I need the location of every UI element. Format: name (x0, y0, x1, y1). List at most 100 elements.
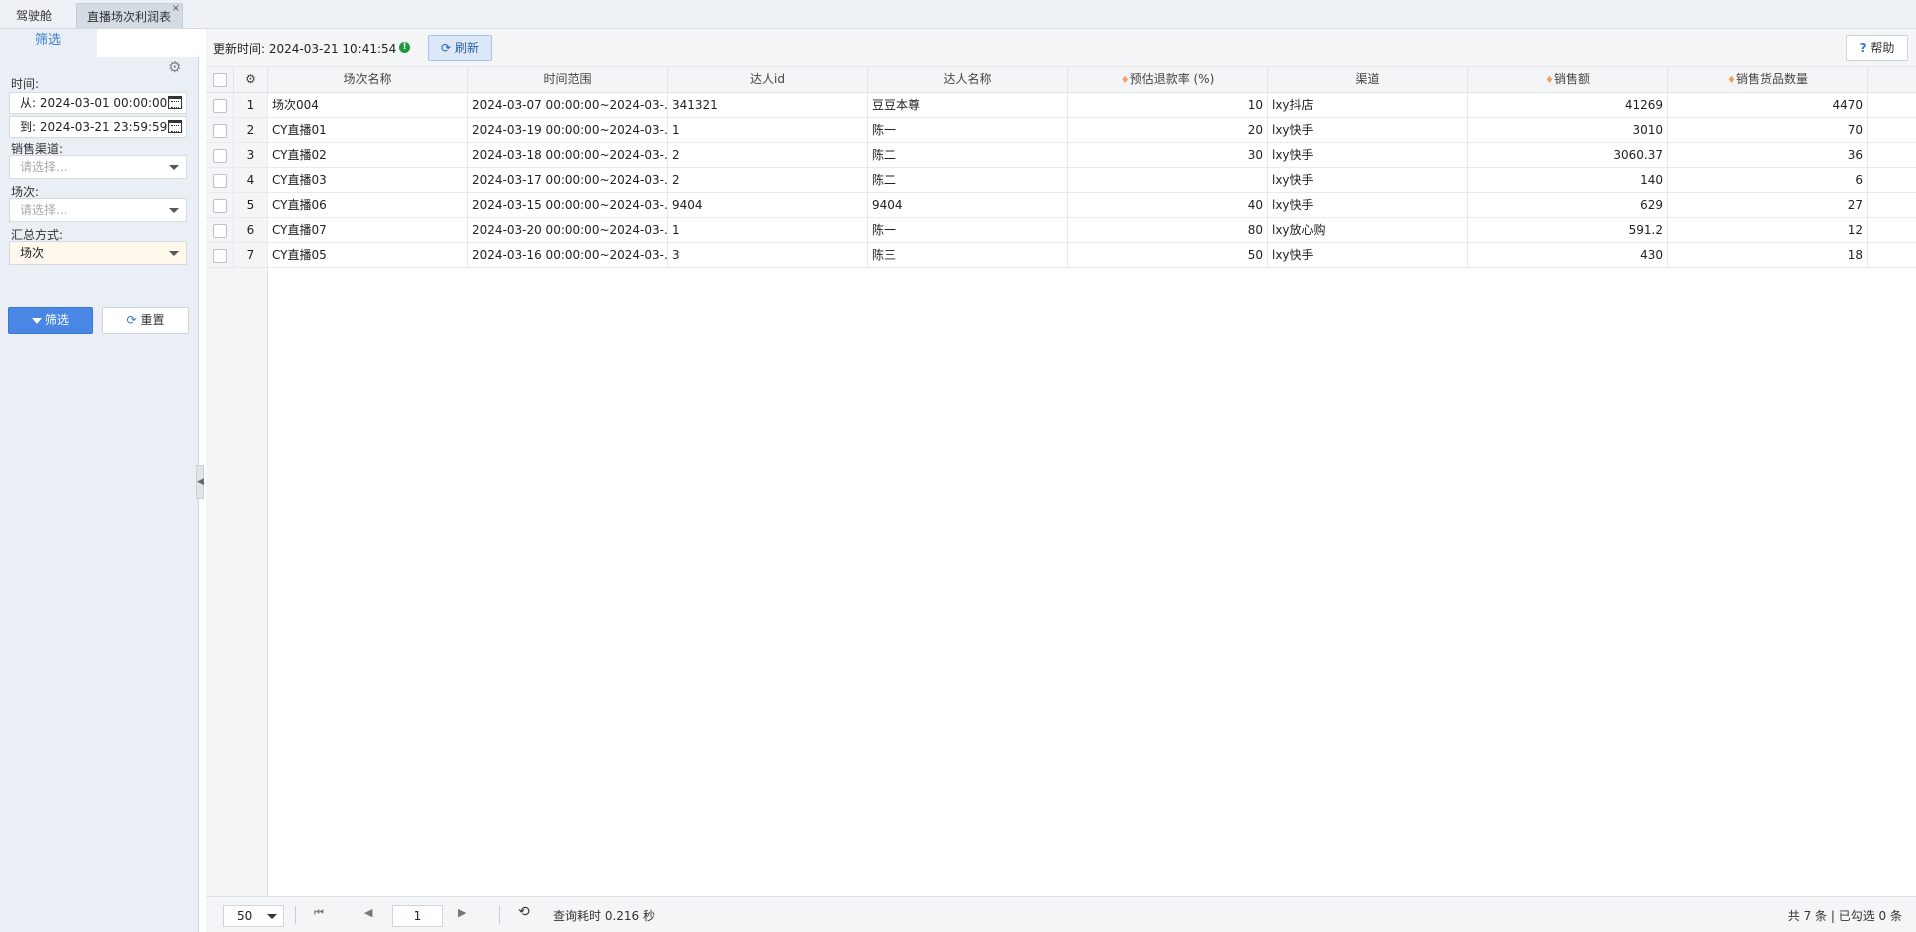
cell-anchor-id: 2 (668, 143, 868, 168)
row-checkbox[interactable] (213, 99, 227, 113)
col-header[interactable]: 场次名称 (268, 67, 468, 92)
date-from-field[interactable]: 从: 2024-03-01 00:00:00 (9, 92, 187, 114)
reset-button-label: 重置 (140, 313, 165, 327)
row-checkbox[interactable] (213, 149, 227, 163)
grid-header: ⚙ 场次名称 时间范围 达人id 达人名称 ♦预估退款率 (%) 渠道 ♦销售额… (206, 67, 1916, 93)
table-row[interactable]: 7 CY直播05 2024-03-16 00:00:00~2024-03-... 3 陈… (206, 243, 1916, 268)
help-button[interactable]: ? 帮助 (1846, 35, 1908, 61)
col-header[interactable]: 达人名称 (868, 67, 1068, 92)
cell-refund (1068, 168, 1268, 193)
row-select-cell (206, 93, 234, 118)
sidebar-tab-filter[interactable]: 筛选 (0, 29, 96, 57)
tab-dashboard[interactable]: 驾驶舱 (6, 3, 68, 29)
col-header[interactable]: 渠道 (1268, 67, 1468, 92)
cell-anchor-id: 9404 (668, 193, 868, 218)
row-checkbox[interactable] (213, 224, 227, 238)
cell-sales: 629 (1468, 193, 1668, 218)
table-row[interactable]: 3 CY直播02 2024-03-18 00:00:00~2024-03-... 2 陈… (206, 143, 1916, 168)
chevron-down-icon (267, 914, 277, 919)
cell-sales: 140 (1468, 168, 1668, 193)
row-index: 3 (234, 143, 268, 168)
table-row[interactable]: 1 场次004 2024-03-07 00:00:00~2024-03-... 341… (206, 93, 1916, 118)
first-page-icon[interactable]: ⏮ (314, 906, 324, 920)
summary-select[interactable]: 场次 (9, 241, 187, 265)
cell-qty: 6 (1668, 168, 1868, 193)
col-header-refund[interactable]: ♦预估退款率 (%) (1068, 67, 1268, 92)
reset-button[interactable]: ⟳ 重置 (102, 307, 189, 334)
filter-button[interactable]: 筛选 (8, 307, 93, 334)
cell-qty: 4470 (1668, 93, 1868, 118)
sidebar-header: 筛选 (0, 29, 199, 57)
page-size-value: 50 (237, 909, 253, 923)
col-header-sales[interactable]: ♦销售额 (1468, 67, 1668, 92)
filter-sidebar: 筛选 ⚙ 时间: 从: 2024-03-01 00:00:00 到: 2024-… (0, 29, 199, 932)
cell-refund: 10 (1068, 93, 1268, 118)
cell-anchor-id: 3 (668, 243, 868, 268)
table-row[interactable]: 5 CY直播06 2024-03-15 00:00:00~2024-03-... 94… (206, 193, 1916, 218)
col-header[interactable]: 达人id (668, 67, 868, 92)
cell-range: 2024-03-15 00:00:00~2024-03-... (468, 193, 668, 218)
row-select-cell (206, 218, 234, 243)
cell-channel: lxy快手 (1268, 243, 1468, 268)
row-checkbox[interactable] (213, 174, 227, 188)
session-select[interactable]: 请选择... (9, 198, 187, 222)
toolbar: 更新时间: 2024-03-21 10:41:54 ! ⟳ 刷新 ? 帮助 (206, 29, 1916, 66)
col-header-qty[interactable]: ♦销售货品数量 (1668, 67, 1868, 92)
tab-label: 直播场次利润表 (87, 10, 172, 24)
refresh-button[interactable]: ⟳ 刷新 (428, 35, 492, 61)
divider (295, 906, 296, 924)
prev-page-icon[interactable]: ◀ (364, 906, 372, 919)
cell-qty: 36 (1668, 143, 1868, 168)
row-index: 7 (234, 243, 268, 268)
row-index: 1 (234, 93, 268, 118)
cell-range: 2024-03-18 00:00:00~2024-03-... (468, 143, 668, 168)
row-select-cell (206, 168, 234, 193)
select-all-checkbox[interactable] (213, 73, 227, 87)
next-page-icon[interactable]: ▶ (458, 906, 466, 919)
cell-anchor-name: 陈二 (868, 168, 1068, 193)
table-row[interactable]: 2 CY直播01 2024-03-19 00:00:00~2024-03-... 1 陈… (206, 118, 1916, 143)
cell-qty: 70 (1668, 118, 1868, 143)
sidebar-collapse-handle[interactable]: ◀ (196, 465, 204, 499)
col-header[interactable]: 时间范围 (468, 67, 668, 92)
cell-name: CY直播02 (268, 143, 468, 168)
cell-range: 2024-03-20 00:00:00~2024-03-... (468, 218, 668, 243)
calendar-icon[interactable] (168, 120, 182, 133)
row-index: 5 (234, 193, 268, 218)
row-checkbox[interactable] (213, 199, 227, 213)
table-row[interactable]: 4 CY直播03 2024-03-17 00:00:00~2024-03-... 2 陈… (206, 168, 1916, 193)
cell-refund: 80 (1068, 218, 1268, 243)
reload-icon[interactable]: ⟲ (518, 904, 530, 920)
divider (499, 906, 500, 924)
filter-button-label: 筛选 (44, 313, 69, 327)
refresh-button-label: 刷新 (454, 41, 479, 55)
cell-anchor-name: 陈二 (868, 143, 1068, 168)
cell-channel: lxy抖店 (1268, 93, 1468, 118)
cell-anchor-id: 1 (668, 118, 868, 143)
page-number-input[interactable]: 1 (392, 905, 443, 927)
cell-name: CY直播01 (268, 118, 468, 143)
channel-select[interactable]: 请选择... (9, 155, 187, 179)
tab-live-profit[interactable]: 直播场次利润表 × (76, 3, 183, 29)
chevron-down-icon (169, 208, 179, 213)
close-icon[interactable]: × (172, 0, 180, 22)
cell-anchor-name: 9404 (868, 193, 1068, 218)
cell-range: 2024-03-07 00:00:00~2024-03-... (468, 93, 668, 118)
cell-channel: lxy快手 (1268, 143, 1468, 168)
cell-sales: 3060.37 (1468, 143, 1668, 168)
gear-icon[interactable]: ⚙ (234, 67, 268, 92)
row-select-cell (206, 143, 234, 168)
row-checkbox[interactable] (213, 124, 227, 138)
help-button-label: 帮助 (1870, 41, 1895, 55)
date-to-value: 到: 2024-03-21 23:59:59 (20, 120, 168, 134)
pager: 50 ⏮ ◀ 1 ▶ ⟲ 查询耗时 0.216 秒 共 7 条 | 已勾选 0 … (206, 896, 1916, 932)
table-row[interactable]: 6 CY直播07 2024-03-20 00:00:00~2024-03-... 1 陈… (206, 218, 1916, 243)
refresh-icon: ⟳ (441, 41, 452, 55)
row-checkbox[interactable] (213, 249, 227, 263)
gear-icon[interactable]: ⚙ (168, 59, 184, 75)
calendar-icon[interactable] (168, 96, 182, 109)
date-to-field[interactable]: 到: 2024-03-21 23:59:59 (9, 116, 187, 138)
cell-refund: 20 (1068, 118, 1268, 143)
question-icon: ? (1859, 41, 1867, 55)
page-size-select[interactable]: 50 (223, 905, 284, 927)
